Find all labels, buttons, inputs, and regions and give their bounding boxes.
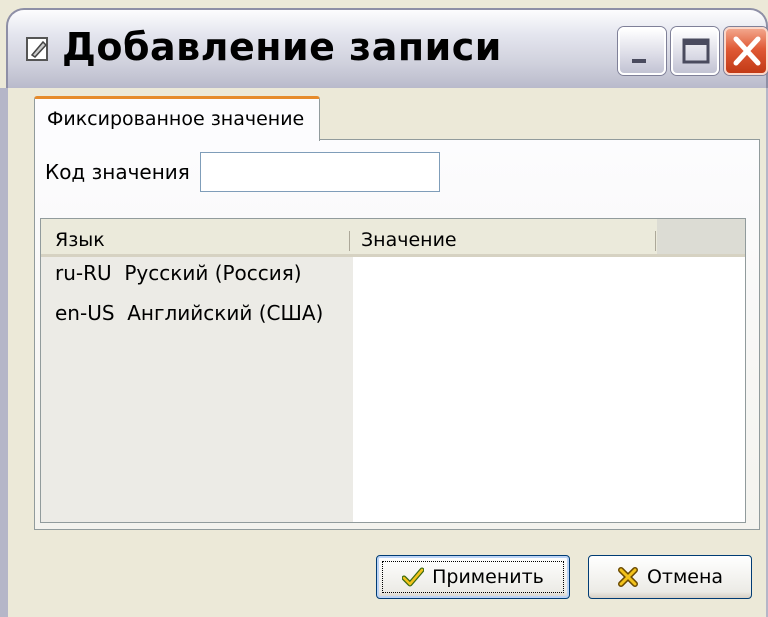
table-row-language[interactable]: ru-RU Русский (Россия) (55, 261, 302, 285)
translations-grid: Язык Значение ru-RU Русский (Россия) en-… (40, 218, 746, 523)
column-header-value[interactable]: Значение (361, 229, 457, 251)
close-button[interactable] (724, 27, 768, 75)
tab-label: Фиксированное значение (47, 108, 305, 130)
tab-fixed-value[interactable]: Фиксированное значение (34, 96, 320, 141)
language-column (41, 257, 353, 522)
table-row-language[interactable]: en-US Английский (США) (55, 301, 323, 325)
title-bar[interactable]: Добавление записи (6, 8, 768, 88)
close-icon (733, 36, 761, 66)
column-separator[interactable] (349, 231, 350, 251)
cancel-button-label: Отмена (646, 566, 724, 588)
focus-rectangle (382, 561, 564, 593)
apply-button[interactable]: Применить (376, 555, 570, 599)
grid-header: Язык Значение (41, 219, 745, 257)
minimize-button[interactable] (618, 27, 666, 75)
code-input[interactable] (200, 152, 440, 192)
minimize-icon (632, 59, 646, 63)
maximize-button[interactable] (671, 27, 719, 75)
code-label: Код значения (45, 160, 190, 184)
column-separator[interactable] (655, 231, 656, 251)
cross-icon (617, 567, 638, 587)
header-filler (657, 219, 745, 254)
maximize-icon (682, 38, 710, 64)
cancel-button[interactable]: Отмена (588, 555, 752, 599)
edit-document-icon (26, 36, 50, 62)
window-title: Добавление записи (62, 25, 502, 69)
dialog-window: Добавление записи Фиксированное значение… (0, 0, 768, 617)
column-header-language[interactable]: Язык (55, 229, 105, 251)
window-frame-left (0, 88, 8, 617)
